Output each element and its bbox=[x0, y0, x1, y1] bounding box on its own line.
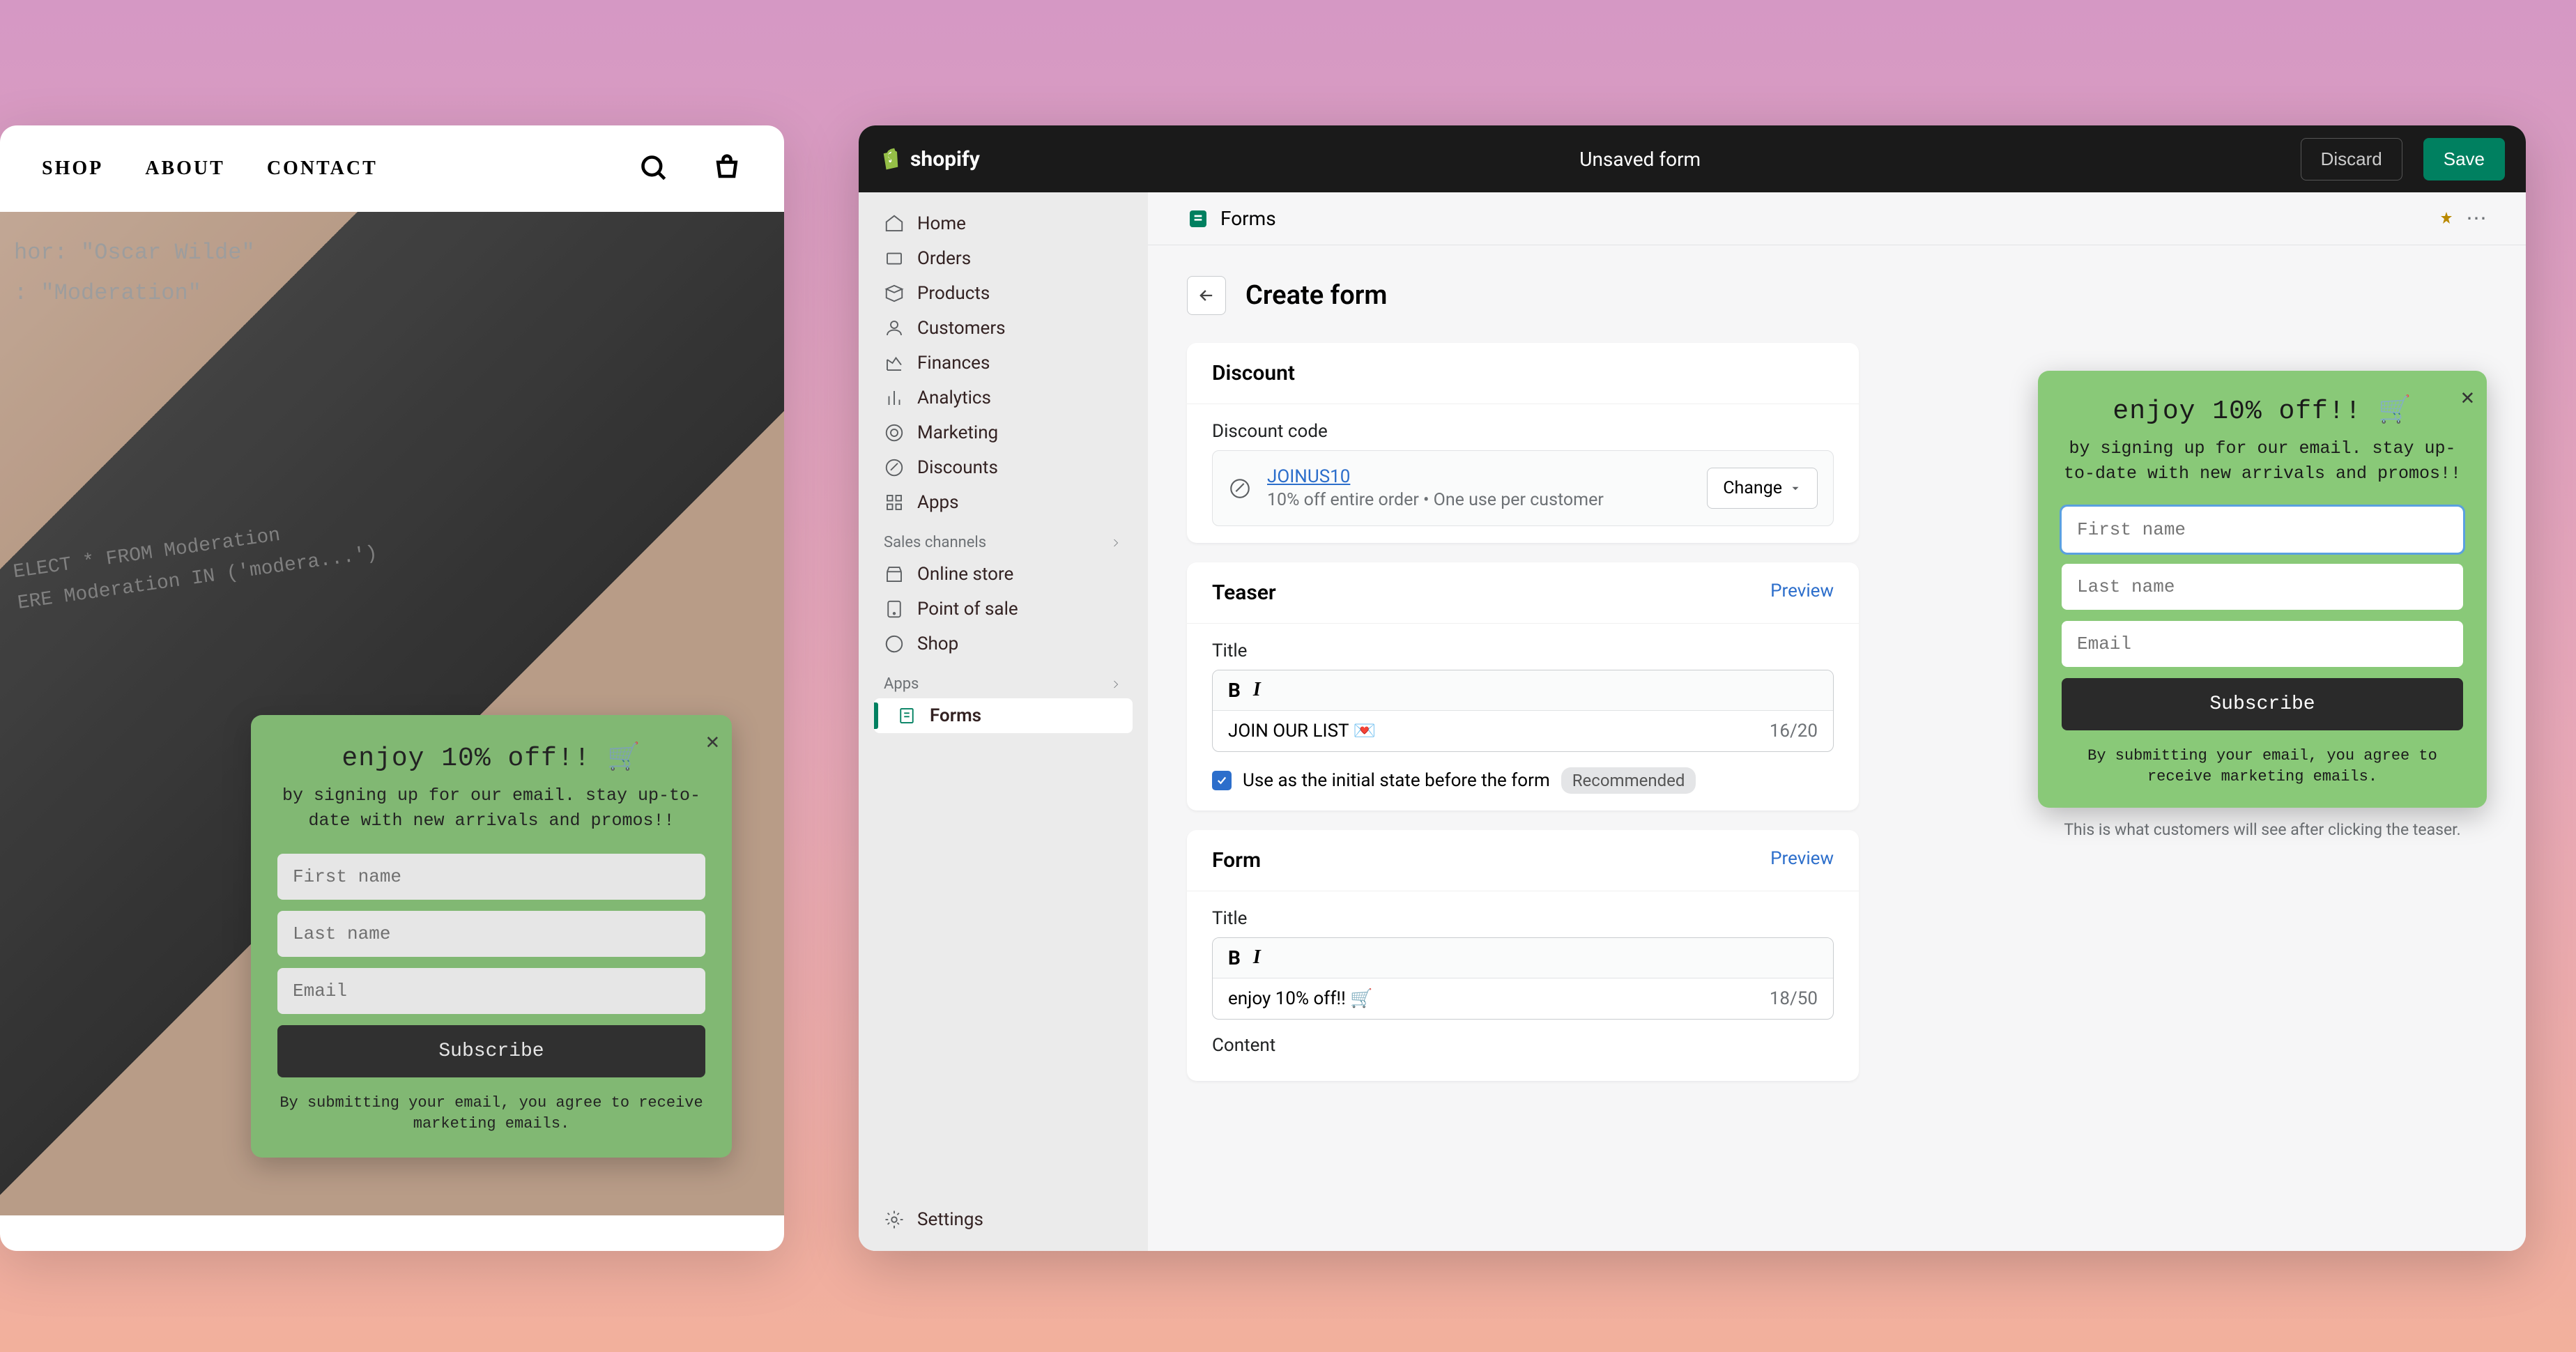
nav-about[interactable]: ABOUT bbox=[145, 158, 225, 180]
cart-icon[interactable] bbox=[712, 153, 742, 184]
admin-window: shopify Unsaved form Discard Save Home O… bbox=[859, 125, 2526, 1251]
storefront-preview: SHOP ABOUT CONTACT hor: "Oscar Wilde" : … bbox=[0, 125, 784, 1251]
italic-button[interactable]: I bbox=[1253, 679, 1261, 702]
check-icon bbox=[1216, 774, 1228, 787]
storefront-hero: hor: "Oscar Wilde" : "Moderation" ELECT … bbox=[0, 212, 784, 1215]
nav-forms[interactable]: Forms bbox=[874, 698, 1133, 733]
bold-button[interactable]: B bbox=[1228, 679, 1241, 702]
teaser-card: Teaser Preview Title BI JOIN OUR LIST 💌 16… bbox=[1187, 562, 1859, 811]
popup-subtitle: by signing up for our email. stay up-to-… bbox=[2062, 436, 2463, 487]
change-button[interactable]: Change bbox=[1707, 468, 1818, 509]
teaser-title-label: Title bbox=[1212, 640, 1834, 661]
nav-products[interactable]: Products bbox=[874, 276, 1133, 311]
bold-button[interactable]: B bbox=[1228, 946, 1241, 969]
nav-discounts[interactable]: Discounts bbox=[874, 450, 1133, 485]
popup-legal: By submitting your email, you agree to r… bbox=[2062, 746, 2463, 789]
discard-button[interactable]: Discard bbox=[2301, 138, 2402, 180]
admin-topbar: shopify Unsaved form Discard Save bbox=[859, 125, 2526, 192]
subscribe-button[interactable]: Subscribe bbox=[277, 1025, 705, 1077]
form-heading: Form bbox=[1212, 848, 1261, 873]
nav-section-apps: Apps bbox=[874, 661, 1133, 698]
signup-popup-preview: ✕ enjoy 10% off!! 🛒 by signing up for ou… bbox=[2038, 371, 2487, 808]
forms-app-icon bbox=[1187, 208, 1209, 230]
popup-legal: By submitting your email, you agree to r… bbox=[277, 1093, 705, 1136]
last-name-input[interactable] bbox=[2062, 564, 2463, 610]
form-title-count: 18/50 bbox=[1770, 988, 1818, 1009]
first-name-input[interactable] bbox=[277, 854, 705, 900]
page-header: Create form bbox=[1148, 245, 2526, 343]
form-card: Form Preview Title BI enjoy 10% off!! 🛒 18… bbox=[1187, 830, 1859, 1081]
app-header-title: Forms bbox=[1220, 207, 1276, 230]
back-button[interactable] bbox=[1187, 276, 1226, 315]
discount-code-link[interactable]: JOINUS10 bbox=[1267, 466, 1692, 487]
app-header: Forms ⋯ bbox=[1148, 192, 2526, 245]
teaser-preview-link[interactable]: Preview bbox=[1770, 581, 1834, 605]
save-button[interactable]: Save bbox=[2423, 138, 2505, 180]
close-icon[interactable]: ✕ bbox=[2461, 383, 2474, 411]
more-icon[interactable]: ⋯ bbox=[2466, 206, 2487, 231]
nav-contact[interactable]: CONTACT bbox=[267, 158, 378, 180]
teaser-heading: Teaser bbox=[1212, 581, 1276, 605]
subscribe-button[interactable]: Subscribe bbox=[2062, 678, 2463, 730]
storefront-nav: SHOP ABOUT CONTACT bbox=[0, 125, 784, 212]
page-title: Create form bbox=[1245, 280, 1387, 311]
nav-shop[interactable]: SHOP bbox=[42, 158, 103, 180]
signup-popup-storefront: ✕ enjoy 10% off!! 🛒 by signing up for ou… bbox=[251, 715, 732, 1158]
discount-desc: 10% off entire order • One use per custo… bbox=[1267, 490, 1692, 510]
teaser-title-input[interactable]: JOIN OUR LIST 💌 bbox=[1228, 721, 1376, 742]
popup-subtitle: by signing up for our email. stay up-to-… bbox=[277, 783, 705, 834]
nav-finances[interactable]: Finances bbox=[874, 346, 1133, 381]
topbar-status: Unsaved form bbox=[1001, 148, 2280, 171]
initial-state-checkbox[interactable] bbox=[1212, 771, 1232, 790]
form-preview-link[interactable]: Preview bbox=[1770, 848, 1834, 873]
discount-icon bbox=[1228, 477, 1252, 500]
nav-customers[interactable]: Customers bbox=[874, 311, 1133, 346]
arrow-left-icon bbox=[1197, 286, 1216, 305]
close-icon[interactable]: ✕ bbox=[706, 728, 719, 755]
search-icon[interactable] bbox=[639, 153, 670, 184]
chevron-right-icon[interactable] bbox=[1109, 677, 1123, 691]
nav-marketing[interactable]: Marketing bbox=[874, 415, 1133, 450]
nav-orders[interactable]: Orders bbox=[874, 241, 1133, 276]
discount-heading: Discount bbox=[1212, 361, 1295, 385]
nav-pos[interactable]: Point of sale bbox=[874, 592, 1133, 627]
initial-state-label: Use as the initial state before the form bbox=[1243, 770, 1550, 791]
caret-down-icon bbox=[1789, 482, 1802, 495]
hero-code-text-2: ELECT * FROM Moderation ERE Moderation I… bbox=[11, 507, 379, 620]
last-name-input[interactable] bbox=[277, 911, 705, 957]
nav-shop[interactable]: Shop bbox=[874, 627, 1133, 661]
email-input[interactable] bbox=[2062, 621, 2463, 667]
nav-apps[interactable]: Apps bbox=[874, 485, 1133, 520]
admin-sidebar: Home Orders Products Customers Finances … bbox=[859, 192, 1148, 1251]
nav-online-store[interactable]: Online store bbox=[874, 557, 1133, 592]
discount-code-label: Discount code bbox=[1212, 421, 1834, 442]
italic-button[interactable]: I bbox=[1253, 946, 1261, 969]
teaser-title-editor: BI JOIN OUR LIST 💌 16/20 bbox=[1212, 670, 1834, 752]
discount-row: JOINUS10 10% off entire order • One use … bbox=[1212, 450, 1834, 526]
nav-analytics[interactable]: Analytics bbox=[874, 381, 1133, 415]
form-title-editor: BI enjoy 10% off!! 🛒 18/50 bbox=[1212, 937, 1834, 1020]
preview-caption: This is what customers will see after cl… bbox=[2038, 820, 2487, 839]
chevron-right-icon[interactable] bbox=[1109, 536, 1123, 550]
nav-home[interactable]: Home bbox=[874, 206, 1133, 241]
form-title-label: Title bbox=[1212, 908, 1834, 929]
teaser-title-count: 16/20 bbox=[1770, 721, 1818, 742]
nav-section-sales: Sales channels bbox=[874, 520, 1133, 557]
recommended-badge: Recommended bbox=[1561, 767, 1696, 794]
form-title-input[interactable]: enjoy 10% off!! 🛒 bbox=[1228, 988, 1373, 1009]
admin-main: Forms ⋯ Create form Discount Discount co… bbox=[1148, 192, 2526, 1251]
discount-card: Discount Discount code JOINUS10 10% off … bbox=[1187, 343, 1859, 543]
first-name-input[interactable] bbox=[2062, 507, 2463, 553]
shopify-logo[interactable]: shopify bbox=[880, 146, 980, 171]
popup-title: enjoy 10% off!! 🛒 bbox=[2062, 394, 2463, 427]
nav-settings[interactable]: Settings bbox=[874, 1202, 1133, 1237]
pin-icon[interactable] bbox=[2438, 210, 2455, 227]
email-input[interactable] bbox=[277, 968, 705, 1014]
form-content-label: Content bbox=[1212, 1035, 1834, 1056]
popup-title: enjoy 10% off!! 🛒 bbox=[277, 742, 705, 774]
hero-code-text-1: hor: "Oscar Wilde" : "Moderation" bbox=[14, 233, 255, 313]
